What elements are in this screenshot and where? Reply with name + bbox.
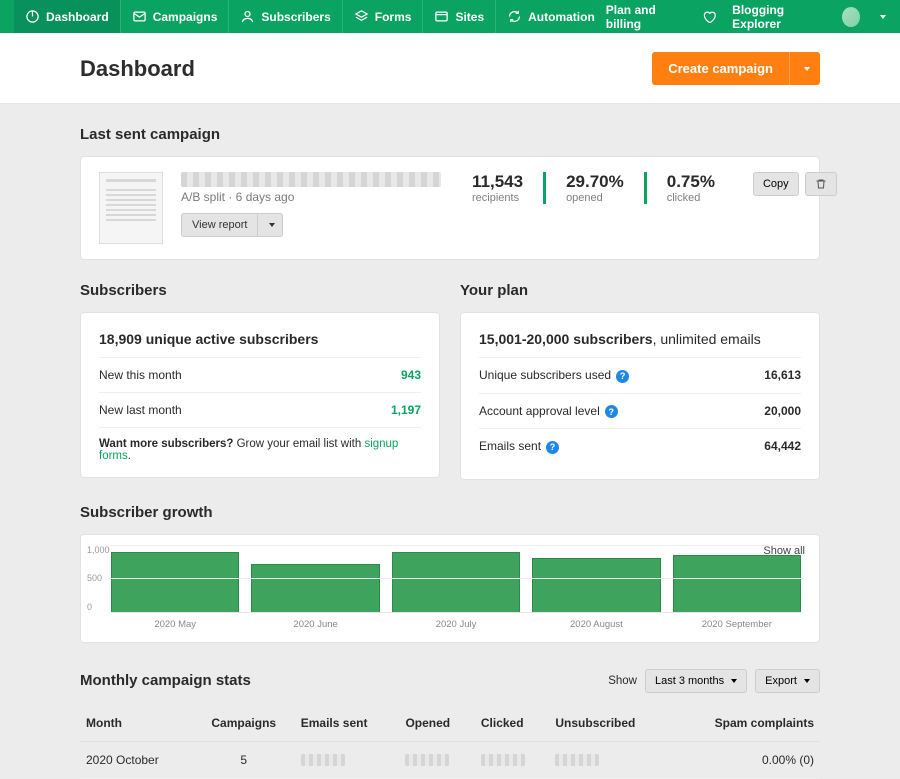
subscribers-cta: Want more subscribers? Grow your email l… xyxy=(99,427,421,462)
growth-chart-card: Show all 1,000 500 0 2020 May 2020 June … xyxy=(80,534,820,643)
plan-title: Your plan xyxy=(460,282,820,299)
refresh-icon xyxy=(507,9,522,24)
row-new-last-month: New last month 1,197 xyxy=(99,392,421,427)
last-campaign-card: A/B split · 6 days ago View report 11,54… xyxy=(80,156,820,260)
redacted-value xyxy=(405,754,449,766)
top-nav: Dashboard Campaigns Subscribers Forms Si… xyxy=(0,0,900,33)
monthly-stats-table: Month Campaigns Emails sent Opened Click… xyxy=(80,705,820,779)
nav-forms[interactable]: Forms xyxy=(342,0,423,33)
campaign-title-redacted xyxy=(181,172,441,187)
delete-button[interactable] xyxy=(805,172,837,196)
mail-icon xyxy=(132,9,147,24)
nav-label: Sites xyxy=(455,10,484,24)
monthly-header: Monthly campaign stats Show Last 3 month… xyxy=(80,669,820,693)
nav-right: Plan and billing Blogging Explorer xyxy=(606,3,886,31)
create-campaign-button[interactable]: Create campaign xyxy=(652,52,820,85)
growth-title: Subscriber growth xyxy=(80,504,820,521)
row-emails-sent: Emails sent? 64,442 xyxy=(479,428,801,464)
chevron-down-icon xyxy=(731,679,737,683)
nav-label: Subscribers xyxy=(261,10,330,24)
nav-sites[interactable]: Sites xyxy=(422,0,495,33)
plan-billing-link[interactable]: Plan and billing xyxy=(606,3,686,31)
layers-icon xyxy=(354,9,369,24)
redacted-value xyxy=(481,754,525,766)
row-new-this-month: New this month 943 xyxy=(99,357,421,392)
last-sent-section: Last sent campaign A/B split · 6 days ag… xyxy=(80,126,820,260)
view-report-dropdown[interactable] xyxy=(258,213,283,237)
campaign-stats: 11,543 recipients 29.70% opened 0.75% cl… xyxy=(467,172,735,204)
nav-campaigns[interactable]: Campaigns xyxy=(120,0,229,33)
nav-subscribers[interactable]: Subscribers xyxy=(228,0,341,33)
monthly-title: Monthly campaign stats xyxy=(80,672,251,689)
nav-label: Campaigns xyxy=(153,10,218,24)
campaign-actions: Copy xyxy=(753,172,837,196)
campaign-thumbnail[interactable] xyxy=(99,172,163,244)
subscribers-card: 18,909 unique active subscribers New thi… xyxy=(80,312,440,478)
help-icon[interactable]: ? xyxy=(546,441,559,454)
nav-label: Automation xyxy=(528,10,595,24)
table-row: 2020 October 5 0.00% (0) xyxy=(80,741,820,778)
chevron-down-icon[interactable] xyxy=(880,15,886,19)
row-approval-level: Account approval level? 20,000 xyxy=(479,393,801,429)
x-axis: 2020 May 2020 June 2020 July 2020 August… xyxy=(111,619,801,630)
table-header-row: Month Campaigns Emails sent Opened Click… xyxy=(80,705,820,742)
campaign-info: A/B split · 6 days ago View report xyxy=(181,172,441,237)
user-icon xyxy=(240,9,255,24)
stat-recipients: 11,543 recipients xyxy=(467,172,543,204)
stat-clicked: 0.75% clicked xyxy=(644,172,735,204)
create-campaign-label: Create campaign xyxy=(652,61,789,76)
campaign-meta: A/B split · 6 days ago xyxy=(181,190,441,204)
subscribers-section: Subscribers 18,909 unique active subscri… xyxy=(80,282,440,480)
chevron-down-icon xyxy=(804,67,810,71)
page-header: Dashboard Create campaign xyxy=(0,33,900,104)
view-report-button[interactable]: View report xyxy=(181,213,258,237)
date-range-dropdown[interactable]: Last 3 months xyxy=(645,669,747,693)
dashboard-icon xyxy=(25,9,40,24)
trash-icon xyxy=(815,178,827,190)
subscribers-headline: 18,909 unique active subscribers xyxy=(99,328,421,357)
plan-headline: 15,001-20,000 subscribers, unlimited ema… xyxy=(479,328,801,357)
nav-items: Dashboard Campaigns Subscribers Forms Si… xyxy=(14,0,606,33)
redacted-value xyxy=(555,754,599,766)
plan-section: Your plan 15,001-20,000 subscribers, unl… xyxy=(460,282,820,480)
export-dropdown[interactable]: Export xyxy=(755,669,820,693)
stat-opened: 29.70% opened xyxy=(543,172,644,204)
redacted-value xyxy=(301,754,345,766)
chevron-down-icon xyxy=(804,679,810,683)
heart-icon[interactable] xyxy=(702,9,716,25)
chevron-down-icon xyxy=(269,223,275,227)
create-campaign-dropdown[interactable] xyxy=(789,52,820,85)
show-label: Show xyxy=(608,675,637,687)
help-icon[interactable]: ? xyxy=(616,370,629,383)
plan-card: 15,001-20,000 subscribers, unlimited ema… xyxy=(460,312,820,480)
y-axis: 1,000 500 0 xyxy=(87,545,110,612)
section-last-sent-title: Last sent campaign xyxy=(80,126,820,143)
window-icon xyxy=(434,9,449,24)
copy-button[interactable]: Copy xyxy=(753,172,799,196)
growth-section: Subscriber growth Show all 1,000 500 0 2… xyxy=(80,504,820,643)
bar-chart: 1,000 500 0 xyxy=(111,545,801,613)
row-unique-subs: Unique subscribers used? 16,613 xyxy=(479,357,801,393)
help-icon[interactable]: ? xyxy=(605,405,618,418)
nav-dashboard[interactable]: Dashboard xyxy=(14,0,120,33)
monthly-controls: Show Last 3 months Export xyxy=(608,669,820,693)
nav-automation[interactable]: Automation xyxy=(495,0,606,33)
nav-label: Dashboard xyxy=(46,10,109,24)
avatar[interactable] xyxy=(842,7,860,27)
user-name[interactable]: Blogging Explorer xyxy=(732,3,826,31)
nav-label: Forms xyxy=(375,10,412,24)
page-title: Dashboard xyxy=(80,56,195,82)
subscribers-title: Subscribers xyxy=(80,282,440,299)
